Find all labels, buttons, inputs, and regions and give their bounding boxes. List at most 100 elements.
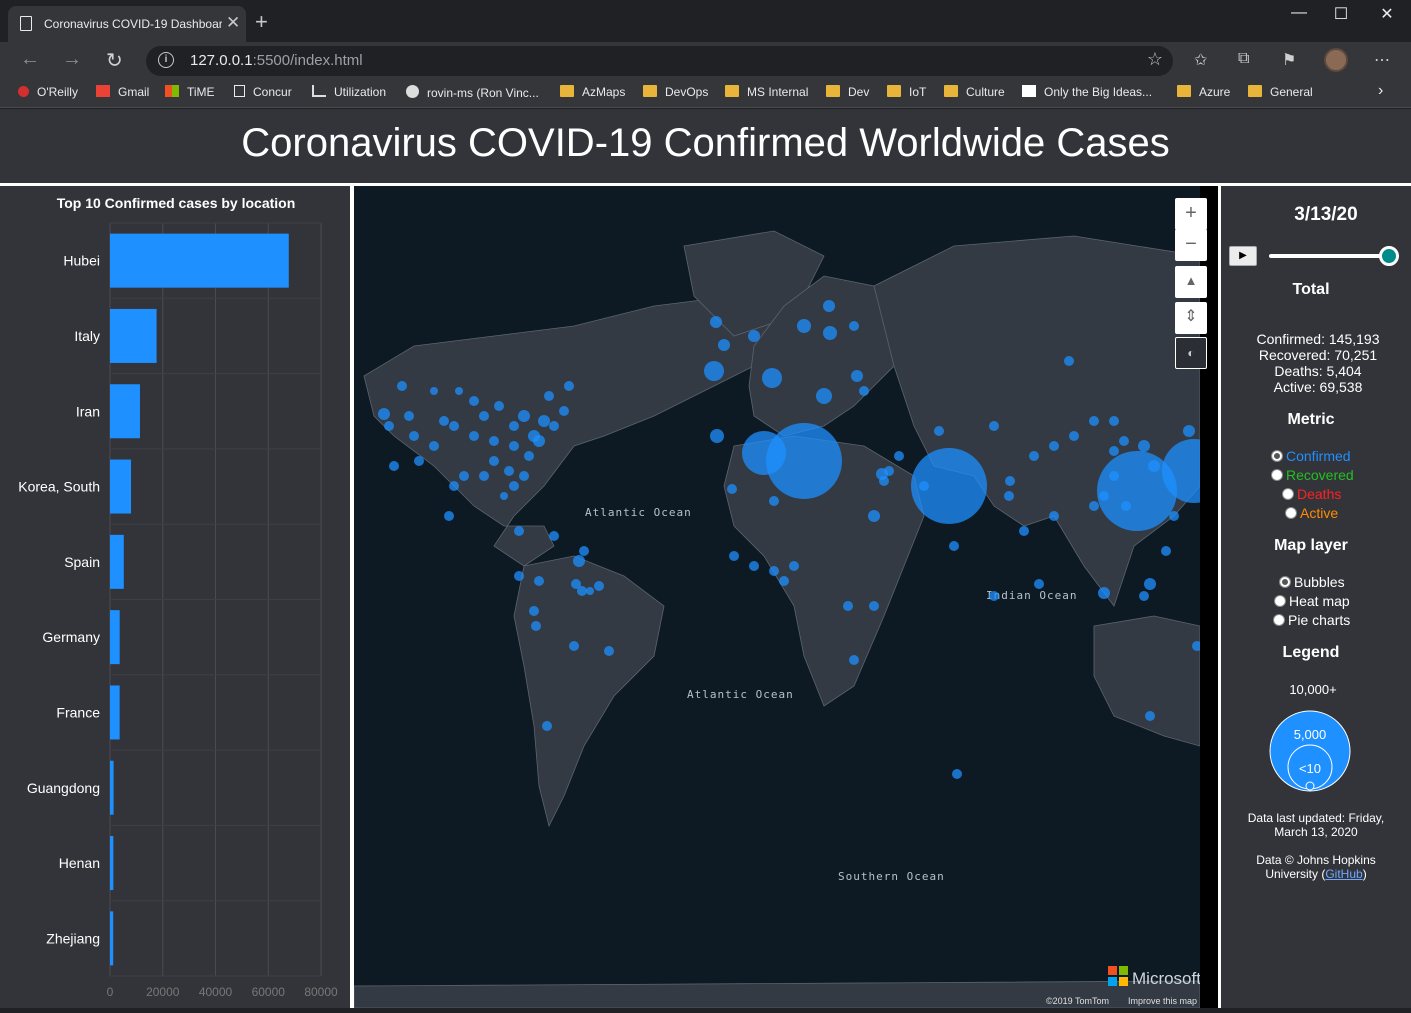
case-bubble[interactable] <box>989 591 999 601</box>
case-bubble[interactable] <box>843 601 853 611</box>
bookmark-concur[interactable]: Concur <box>234 85 292 99</box>
case-bubble[interactable] <box>534 576 544 586</box>
case-bubble[interactable] <box>789 561 799 571</box>
radio-icon[interactable] <box>1273 614 1285 626</box>
bar[interactable] <box>110 384 140 439</box>
case-bubble[interactable] <box>519 471 529 481</box>
case-bubble[interactable] <box>1049 441 1059 451</box>
case-bubble[interactable] <box>1019 526 1029 536</box>
case-bubble[interactable] <box>524 451 534 461</box>
compass-icon[interactable]: ⇕ <box>1175 302 1207 334</box>
case-bubble[interactable] <box>509 421 519 431</box>
case-bubble[interactable] <box>851 370 863 382</box>
case-bubble[interactable] <box>1005 476 1015 486</box>
case-bubble[interactable] <box>1109 446 1119 456</box>
case-bubble[interactable] <box>489 436 499 446</box>
case-bubble[interactable] <box>1145 711 1155 721</box>
bar[interactable] <box>110 760 114 815</box>
case-bubble[interactable] <box>1161 546 1171 556</box>
bookmark-dev[interactable]: Dev <box>826 85 869 99</box>
case-bubble[interactable] <box>514 526 524 536</box>
case-bubble[interactable] <box>1139 591 1149 601</box>
case-bubble[interactable] <box>544 391 554 401</box>
case-bubble[interactable] <box>569 641 579 651</box>
case-bubble[interactable] <box>404 411 414 421</box>
info-icon[interactable]: i <box>158 52 174 68</box>
map-canvas[interactable]: Atlantic Ocean Atlantic Ocean Indian Oce… <box>354 186 1200 1008</box>
case-bubble[interactable] <box>378 408 390 420</box>
case-bubble[interactable] <box>559 406 569 416</box>
case-bubble[interactable] <box>389 461 399 471</box>
case-bubble[interactable] <box>500 492 508 500</box>
case-bubble[interactable] <box>769 496 779 506</box>
case-bubble[interactable] <box>718 339 730 351</box>
case-bubble[interactable] <box>1121 501 1131 511</box>
zoom-in-button[interactable]: + <box>1175 198 1207 230</box>
case-bubble[interactable] <box>797 319 811 333</box>
case-bubble[interactable] <box>571 579 581 589</box>
case-bubble[interactable] <box>1034 579 1044 589</box>
radio-icon[interactable] <box>1274 595 1286 607</box>
case-bubble[interactable] <box>514 571 524 581</box>
pitch-icon[interactable]: ▲ <box>1175 266 1207 298</box>
radio-icon[interactable] <box>1279 576 1291 588</box>
close-window-icon[interactable]: ✕ <box>1364 4 1410 28</box>
bookmark-time[interactable]: TiME <box>165 85 215 99</box>
case-bubble[interactable] <box>531 621 541 631</box>
maximize-icon[interactable]: ☐ <box>1318 4 1364 28</box>
style-picker-button[interactable]: ◐ <box>1175 337 1207 369</box>
bar[interactable] <box>110 459 132 514</box>
case-bubble[interactable] <box>430 387 438 395</box>
case-bubble[interactable] <box>1029 451 1039 461</box>
case-bubble[interactable] <box>449 421 459 431</box>
case-bubble[interactable] <box>710 429 724 443</box>
case-bubble[interactable] <box>549 531 559 541</box>
case-bubble[interactable] <box>455 387 463 395</box>
case-bubble[interactable] <box>769 566 779 576</box>
case-bubble[interactable] <box>823 326 837 340</box>
case-bubble[interactable] <box>542 721 552 731</box>
refresh-icon[interactable]: ↻ <box>106 48 123 73</box>
more-icon[interactable]: ⋯ <box>1374 50 1390 70</box>
layer-option-heatmap[interactable]: Heat map <box>1274 593 1350 609</box>
case-bubble[interactable] <box>439 416 449 426</box>
case-bubble[interactable] <box>549 421 559 431</box>
bookmark-culture[interactable]: Culture <box>944 85 1005 99</box>
bar[interactable] <box>110 610 120 665</box>
case-bubble[interactable] <box>444 511 454 521</box>
feedback-icon[interactable]: ⚑ <box>1282 50 1296 70</box>
play-button[interactable]: ▶ <box>1229 246 1257 266</box>
radio-icon[interactable] <box>1271 450 1283 462</box>
favorites-icon[interactable]: ✩ <box>1194 50 1207 70</box>
bookmark-ms-internal[interactable]: MS Internal <box>725 85 808 99</box>
case-bubble[interactable] <box>564 381 574 391</box>
case-bubble[interactable] <box>934 426 944 436</box>
case-bubble[interactable] <box>1138 440 1150 452</box>
case-bubble[interactable] <box>869 601 879 611</box>
case-bubble[interactable] <box>762 368 782 388</box>
improve-map-link[interactable]: Improve this map <box>1128 996 1197 1006</box>
layer-option-piecharts[interactable]: Pie charts <box>1273 612 1350 628</box>
case-bubble[interactable] <box>884 466 894 476</box>
case-bubble[interactable] <box>1109 416 1119 426</box>
bookmark-star-icon[interactable]: ☆ <box>1147 49 1163 70</box>
avatar[interactable] <box>1324 48 1348 72</box>
case-bubble[interactable] <box>469 431 479 441</box>
case-bubble[interactable] <box>894 451 904 461</box>
minimize-icon[interactable]: — <box>1276 4 1322 28</box>
bookmark-medium[interactable]: Only the Big Ideas... <box>1022 85 1152 99</box>
github-link[interactable]: GitHub <box>1325 867 1362 881</box>
case-bubble[interactable] <box>449 481 459 491</box>
bar[interactable] <box>110 233 289 288</box>
bar[interactable] <box>110 308 157 363</box>
metric-option-active[interactable]: Active <box>1285 505 1338 521</box>
case-bubble[interactable] <box>879 476 889 486</box>
close-tab-icon[interactable]: ✕ <box>226 13 240 33</box>
case-bubble[interactable] <box>469 396 479 406</box>
case-bubble[interactable] <box>504 466 514 476</box>
case-bubble[interactable] <box>1119 436 1129 446</box>
zoom-out-button[interactable]: − <box>1175 229 1207 261</box>
case-bubble[interactable] <box>849 321 859 331</box>
case-bubble[interactable] <box>479 471 489 481</box>
case-bubble[interactable] <box>1004 491 1014 501</box>
